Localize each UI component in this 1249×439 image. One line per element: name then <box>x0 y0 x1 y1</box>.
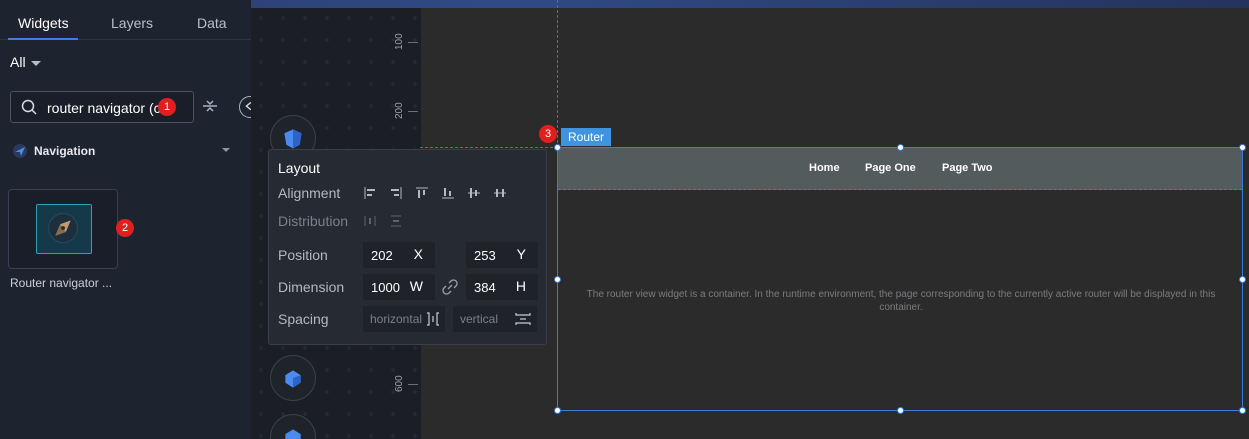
category-label: Navigation <box>34 144 96 158</box>
align-center-vertical-icon[interactable] <box>467 186 481 200</box>
filter-settings-icon[interactable] <box>201 97 219 115</box>
tab-data[interactable]: Data <box>197 15 227 31</box>
resize-handle[interactable] <box>897 407 904 414</box>
height-unit: H <box>515 278 526 294</box>
guide-line-horizontal <box>420 147 558 148</box>
position-label: Position <box>278 247 328 263</box>
compass-icon <box>48 213 78 243</box>
dimension-label: Dimension <box>278 279 345 295</box>
widget-shortcut[interactable] <box>270 414 316 439</box>
position-y-value: 253 <box>474 248 496 263</box>
step-badge-2: 2 <box>116 219 134 237</box>
align-bottom-icon[interactable] <box>441 186 455 200</box>
width-value: 1000 <box>371 280 400 295</box>
cube-icon <box>285 429 301 439</box>
alignment-label: Alignment <box>278 185 341 201</box>
chevron-down-icon <box>30 60 41 66</box>
position-y-input[interactable]: 253 Y <box>466 242 538 268</box>
widget-shortcut[interactable] <box>270 355 316 401</box>
filter-label: All <box>10 54 26 70</box>
chevron-down-icon <box>222 148 230 152</box>
width-input[interactable]: 1000 W <box>363 274 435 300</box>
resize-handle[interactable] <box>554 144 561 151</box>
widget-caption: Router navigator ... <box>10 276 113 290</box>
resize-handle[interactable] <box>897 144 904 151</box>
ruler-tick <box>408 384 418 385</box>
nav-item-page-two[interactable]: Page Two <box>942 162 993 174</box>
tab-layers[interactable]: Layers <box>111 15 153 31</box>
search-icon <box>21 99 37 115</box>
tab-widgets[interactable]: Widgets <box>18 15 69 31</box>
position-y-unit: Y <box>516 246 526 262</box>
router-nav-bar: Home Page One Page Two <box>558 148 1242 190</box>
align-left-icon[interactable] <box>363 186 377 200</box>
distribute-vertical-icon[interactable] <box>389 214 403 228</box>
nav-item-page-one[interactable]: Page One <box>865 162 916 174</box>
guide-line-vertical <box>557 0 558 148</box>
category-navigation[interactable]: Navigation <box>10 142 236 160</box>
width-unit: W <box>409 278 423 294</box>
step-badge-3: 3 <box>539 125 557 143</box>
vertical-spacing-icon <box>515 313 531 325</box>
resize-handle[interactable] <box>1239 407 1246 414</box>
align-top-icon[interactable] <box>415 186 429 200</box>
nav-item-home[interactable]: Home <box>809 162 840 174</box>
spacing-horizontal-input[interactable]: horizontal <box>363 306 445 332</box>
height-input[interactable]: 384 H <box>466 274 538 300</box>
category-filter-dropdown[interactable]: All <box>10 54 41 70</box>
distribute-horizontal-icon[interactable] <box>363 214 377 228</box>
spacing-label: Spacing <box>278 311 329 327</box>
spacing-horizontal-placeholder: horizontal <box>370 312 423 326</box>
position-x-input[interactable]: 202 X <box>363 242 435 268</box>
navigation-icon <box>13 144 27 158</box>
resize-handle[interactable] <box>554 407 561 414</box>
spacing-vertical-input[interactable]: vertical <box>453 306 537 332</box>
ruler-label: 200 <box>394 102 405 119</box>
resize-handle[interactable] <box>1239 276 1246 283</box>
app-root: Widgets Layers Data All router navigator… <box>0 0 1249 439</box>
ruler-label: 600 <box>394 375 405 392</box>
resize-handle[interactable] <box>1239 144 1246 151</box>
resize-handle[interactable] <box>554 276 561 283</box>
height-value: 384 <box>474 280 496 295</box>
align-right-icon[interactable] <box>389 186 403 200</box>
ruler-label: 100 <box>394 33 405 50</box>
layout-panel: Layout Alignment Distribution Position 2… <box>268 149 547 345</box>
position-x-unit: X <box>413 246 423 262</box>
panel-tabs: Widgets Layers Data <box>0 8 251 40</box>
spacing-vertical-placeholder: vertical <box>460 312 499 326</box>
ruler-tick <box>408 42 418 43</box>
distribution-label: Distribution <box>278 213 349 229</box>
router-widget-tag[interactable]: Router <box>561 128 612 146</box>
horizontal-spacing-icon <box>427 312 439 326</box>
router-widget[interactable]: Home Page One Page Two The router view w… <box>557 147 1243 411</box>
layout-title: Layout <box>278 160 321 176</box>
align-center-horizontal-icon[interactable] <box>493 186 507 200</box>
widget-panel: Widgets Layers Data All router navigator… <box>0 0 251 439</box>
router-navigator-widget-card[interactable] <box>8 189 118 269</box>
position-x-value: 202 <box>371 248 393 263</box>
widget-thumbnail <box>36 204 92 254</box>
active-tab-indicator <box>8 38 78 40</box>
ruler-tick <box>408 111 418 112</box>
link-icon[interactable] <box>442 279 458 295</box>
step-badge-1: 1 <box>158 98 176 116</box>
cube-icon <box>285 370 301 388</box>
router-description: The router view widget is a container. I… <box>586 289 1216 313</box>
